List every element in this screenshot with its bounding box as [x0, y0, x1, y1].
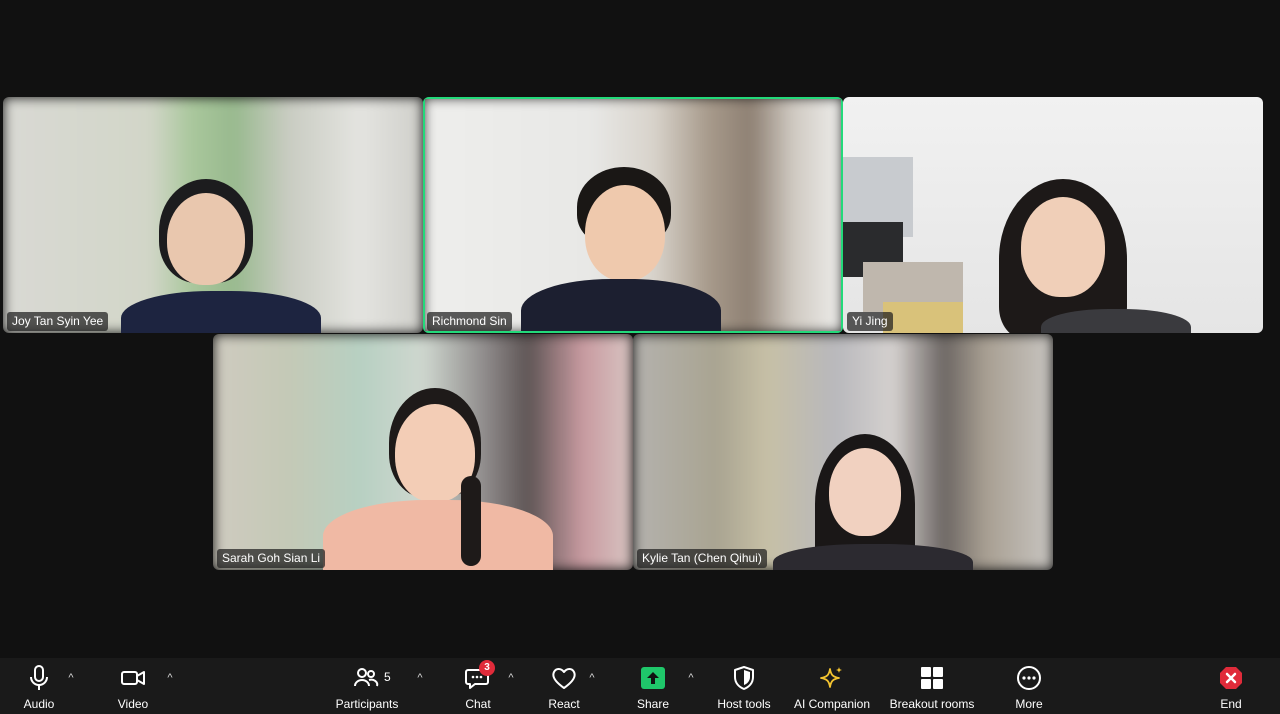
participants-button[interactable]: 5 Participants [332, 664, 402, 714]
participant-video-sarah [323, 388, 553, 570]
heart-icon [550, 664, 578, 692]
host-tools-button[interactable]: Host tools [712, 664, 776, 714]
video-tile-yi-jing[interactable]: Yi Jing [843, 97, 1263, 333]
participants-options-chevron-up-icon[interactable]: ^ [413, 672, 427, 684]
chat-bubble-icon: 3 [464, 660, 495, 692]
grid-icon [918, 664, 946, 692]
participant-name-tag: Sarah Goh Sian Li [217, 549, 326, 568]
end-label: End [1220, 697, 1242, 711]
ai-companion-label: AI Companion [793, 697, 871, 711]
react-options-chevron-up-icon[interactable]: ^ [585, 672, 599, 684]
more-dots-icon [1015, 664, 1043, 692]
video-label: Video [117, 697, 149, 711]
microphone-icon [25, 664, 53, 692]
participant-name-tag: Yi Jing [847, 312, 893, 331]
chat-unread-badge: 3 [479, 660, 495, 676]
host-tools-label: Host tools [717, 697, 771, 711]
end-call-icon [1217, 664, 1245, 692]
shield-icon [730, 664, 758, 692]
camera-icon [119, 664, 147, 692]
participants-label: Participants [335, 697, 399, 711]
breakout-rooms-label: Breakout rooms [889, 697, 975, 711]
participant-video-richmond [521, 167, 731, 333]
participant-name-tag: Kylie Tan (Chen Qihui) [637, 549, 767, 568]
participant-video-kylie [773, 434, 973, 570]
participant-video-yi-jing [991, 179, 1191, 333]
participant-name-tag: Richmond Sin [427, 312, 512, 331]
people-icon: 5 [342, 664, 392, 692]
video-tile-sarah[interactable]: Sarah Goh Sian Li [213, 334, 633, 570]
share-button[interactable]: Share [635, 664, 671, 714]
video-tile-richmond[interactable]: Richmond Sin [423, 97, 843, 333]
share-options-chevron-up-icon[interactable]: ^ [684, 672, 698, 684]
participant-name-tag: Joy Tan Syin Yee [7, 312, 109, 331]
react-label: React [548, 697, 580, 711]
video-button[interactable]: Video [113, 664, 153, 714]
audio-options-chevron-up-icon[interactable]: ^ [64, 672, 78, 684]
meeting-toolbar: Audio ^ Video ^ 5 Participants ^ 3 Chat … [0, 658, 1280, 714]
end-button[interactable]: End [1214, 664, 1248, 714]
more-button[interactable]: More [1011, 664, 1047, 714]
video-tile-kylie[interactable]: Kylie Tan (Chen Qihui) [633, 334, 1053, 570]
participant-video-joy [121, 179, 321, 333]
chat-button[interactable]: 3 Chat [460, 660, 496, 714]
react-button[interactable]: React [546, 664, 582, 714]
video-gallery: Joy Tan Syin Yee Richmond Sin Yi Jing Sa… [0, 0, 1280, 658]
participants-count: 5 [384, 670, 391, 684]
chat-options-chevron-up-icon[interactable]: ^ [504, 672, 518, 684]
share-label: Share [636, 697, 670, 711]
audio-label: Audio [23, 697, 55, 711]
share-arrow-icon [639, 664, 667, 692]
chat-label: Chat [465, 697, 491, 711]
video-tile-joy[interactable]: Joy Tan Syin Yee [3, 97, 423, 333]
ai-companion-button[interactable]: AI Companion [791, 664, 873, 714]
breakout-rooms-button[interactable]: Breakout rooms [886, 664, 978, 714]
more-label: More [1015, 697, 1043, 711]
video-options-chevron-up-icon[interactable]: ^ [163, 672, 177, 684]
sparkle-icon [818, 664, 846, 692]
audio-button[interactable]: Audio [20, 664, 58, 714]
